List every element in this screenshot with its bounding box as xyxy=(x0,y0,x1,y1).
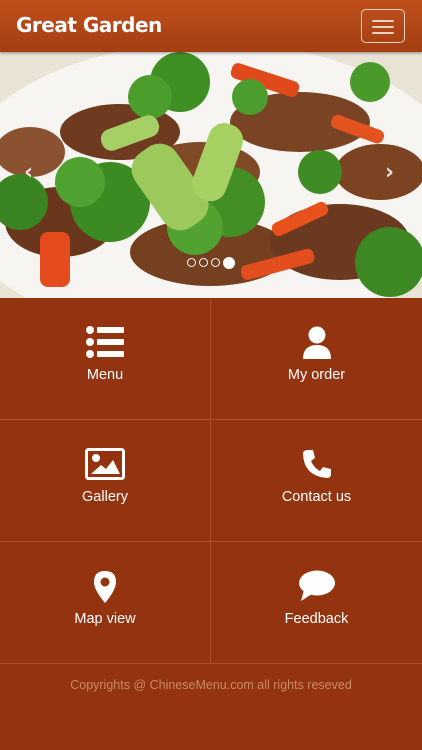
speech-bubble-icon xyxy=(211,570,422,606)
map-view-tile[interactable]: Map view xyxy=(0,542,211,664)
hamburger-icon-bar xyxy=(372,26,394,28)
copyright-footer: Copyrights @ ChineseMenu.com all rights … xyxy=(70,678,352,692)
map-view-label: Map view xyxy=(74,611,136,627)
app-header: Great Garden xyxy=(0,0,422,52)
menu-label: Menu xyxy=(86,367,124,383)
phone-icon xyxy=(211,448,422,484)
carousel-indicator[interactable] xyxy=(211,258,220,267)
home-tile-grid: Menu My order Gallery Contact us Map vie… xyxy=(0,298,422,664)
list-icon xyxy=(0,326,210,362)
user-icon xyxy=(211,326,422,362)
carousel-indicator[interactable] xyxy=(199,258,208,267)
carousel-next-icon[interactable]: › xyxy=(385,160,394,185)
carousel-indicators xyxy=(187,256,235,269)
contact-us-tile[interactable]: Contact us xyxy=(211,420,422,542)
my-order-tile[interactable]: My order xyxy=(211,298,422,420)
hamburger-icon-bar xyxy=(372,32,394,34)
gallery-tile[interactable]: Gallery xyxy=(0,420,211,542)
image-icon xyxy=(0,448,210,484)
feedback-tile[interactable]: Feedback xyxy=(211,542,422,664)
carousel-indicator[interactable] xyxy=(187,258,196,267)
brand-title[interactable]: Great Garden xyxy=(16,13,162,37)
my-order-label: My order xyxy=(287,367,346,383)
map-marker-icon xyxy=(0,570,210,606)
hamburger-menu-button[interactable] xyxy=(361,9,405,43)
carousel-prev-icon[interactable]: ‹ xyxy=(24,160,33,185)
contact-us-label: Contact us xyxy=(281,489,352,505)
gallery-label: Gallery xyxy=(82,489,128,505)
carousel-indicator-active[interactable] xyxy=(223,256,235,269)
hamburger-icon-bar xyxy=(372,20,394,22)
feedback-label: Feedback xyxy=(284,611,349,627)
menu-tile[interactable]: Menu xyxy=(0,298,211,420)
